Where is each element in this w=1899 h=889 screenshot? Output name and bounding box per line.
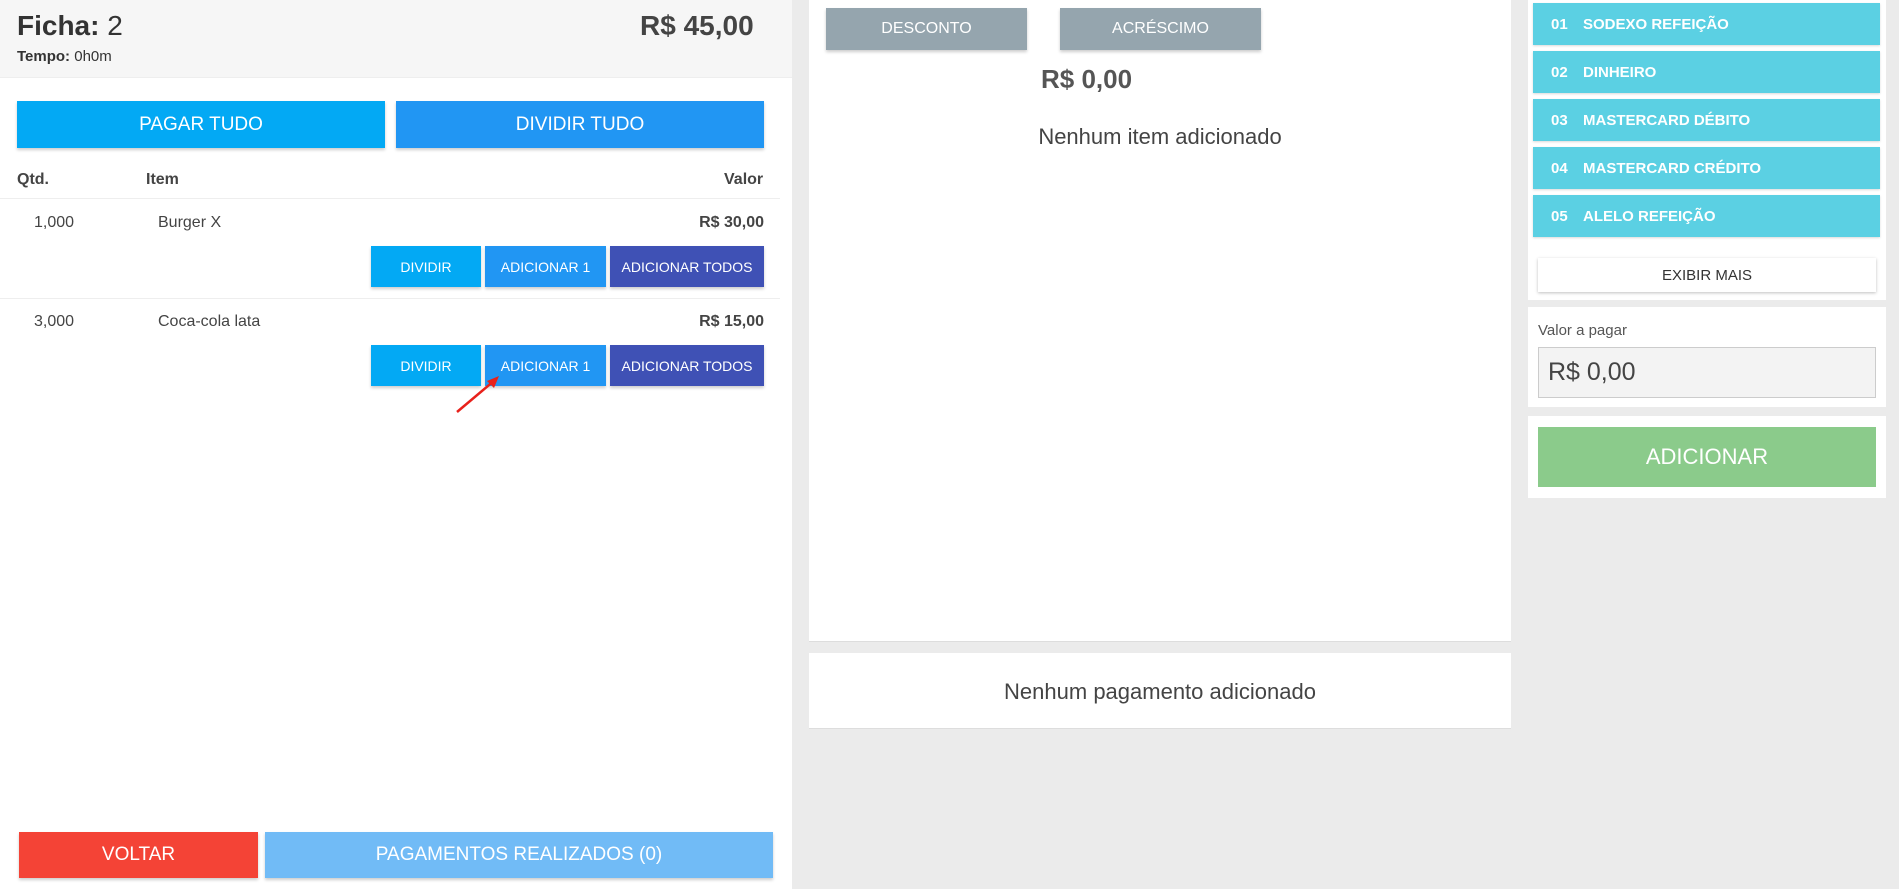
row-item-name: Coca-cola lata [158, 313, 261, 330]
adicionar-todos-button[interactable]: ADICIONAR TODOS [610, 345, 764, 386]
tempo-label: Tempo: [17, 48, 71, 65]
selected-total: R$ 0,00 [1041, 64, 1133, 94]
row-item-name: Burger X [158, 214, 222, 231]
payment-method-name: ALELO REFEIÇÃO [1583, 207, 1716, 225]
order-panel: Ficha: 2 Tempo: 0h0m R$ 45,00 PAGAR TUDO… [0, 0, 792, 889]
payment-method-name: MASTERCARD DÉBITO [1583, 111, 1751, 129]
payment-method-number: 05 [1551, 207, 1568, 225]
payment-method-name: MASTERCARD CRÉDITO [1583, 159, 1762, 177]
desconto-button[interactable]: DESCONTO [826, 8, 1027, 50]
adicionar-1-button[interactable]: ADICIONAR 1 [485, 246, 606, 287]
row-qty: 1,000 [34, 214, 75, 231]
order-total: R$ 45,00 [640, 10, 754, 41]
adicionar-button[interactable]: ADICIONAR [1538, 427, 1876, 487]
payment-method-alelo[interactable]: 05 ALELO REFEIÇÃO [1533, 195, 1880, 237]
red-arrow-icon [456, 376, 499, 413]
column-header-item: Item [146, 171, 179, 188]
payment-method-mastercard-debito[interactable]: 03 MASTERCARD DÉBITO [1533, 99, 1880, 141]
ficha-number: 2 [107, 10, 123, 41]
payment-method-dinheiro[interactable]: 02 DINHEIRO [1533, 51, 1880, 93]
payment-method-sodexo[interactable]: 01 SODEXO REFEIÇÃO [1533, 3, 1880, 45]
acrescimo-button[interactable]: ACRÉSCIMO [1060, 8, 1261, 50]
payment-method-number: 03 [1551, 111, 1568, 129]
exibir-mais-button[interactable]: EXIBIR MAIS [1538, 258, 1876, 292]
voltar-button[interactable]: VOLTAR [19, 832, 258, 878]
tempo-value: 0h0m [74, 48, 112, 65]
valor-a-pagar-input[interactable] [1538, 347, 1876, 398]
empty-items-message: Nenhum item adicionado [1038, 124, 1282, 149]
column-header-valor: Valor [724, 171, 764, 188]
row-qty: 3,000 [34, 313, 75, 330]
items-panel [809, 0, 1511, 642]
payment-method-number: 01 [1551, 15, 1568, 33]
payment-method-number: 02 [1551, 63, 1568, 81]
adicionar-todos-button[interactable]: ADICIONAR TODOS [610, 246, 764, 287]
divider [0, 298, 780, 299]
divider [0, 198, 780, 199]
row-value: R$ 30,00 [699, 214, 764, 231]
payment-method-mastercard-credito[interactable]: 04 MASTERCARD CRÉDITO [1533, 147, 1880, 189]
column-header-qtd: Qtd. [17, 171, 49, 188]
payment-method-name: SODEXO REFEIÇÃO [1583, 15, 1729, 33]
tempo-info: Tempo: 0h0m [17, 48, 112, 65]
empty-payments-message: Nenhum pagamento adicionado [1004, 679, 1316, 704]
payment-method-name: DINHEIRO [1583, 63, 1657, 81]
dividir-button[interactable]: DIVIDIR [371, 246, 481, 287]
pagar-tudo-button[interactable]: PAGAR TUDO [17, 101, 385, 148]
dividir-tudo-button[interactable]: DIVIDIR TUDO [396, 101, 764, 148]
valor-a-pagar-label: Valor a pagar [1538, 322, 1627, 339]
payments-panel: Nenhum pagamento adicionado [809, 653, 1511, 729]
ficha-title: Ficha: 2 [17, 10, 123, 42]
order-header: Ficha: 2 Tempo: 0h0m R$ 45,00 [0, 0, 792, 78]
pagamentos-realizados-button[interactable]: PAGAMENTOS REALIZADOS (0) [265, 832, 773, 878]
row-value: R$ 15,00 [699, 313, 764, 330]
ficha-label: Ficha: [17, 10, 100, 41]
payment-method-number: 04 [1551, 159, 1568, 177]
